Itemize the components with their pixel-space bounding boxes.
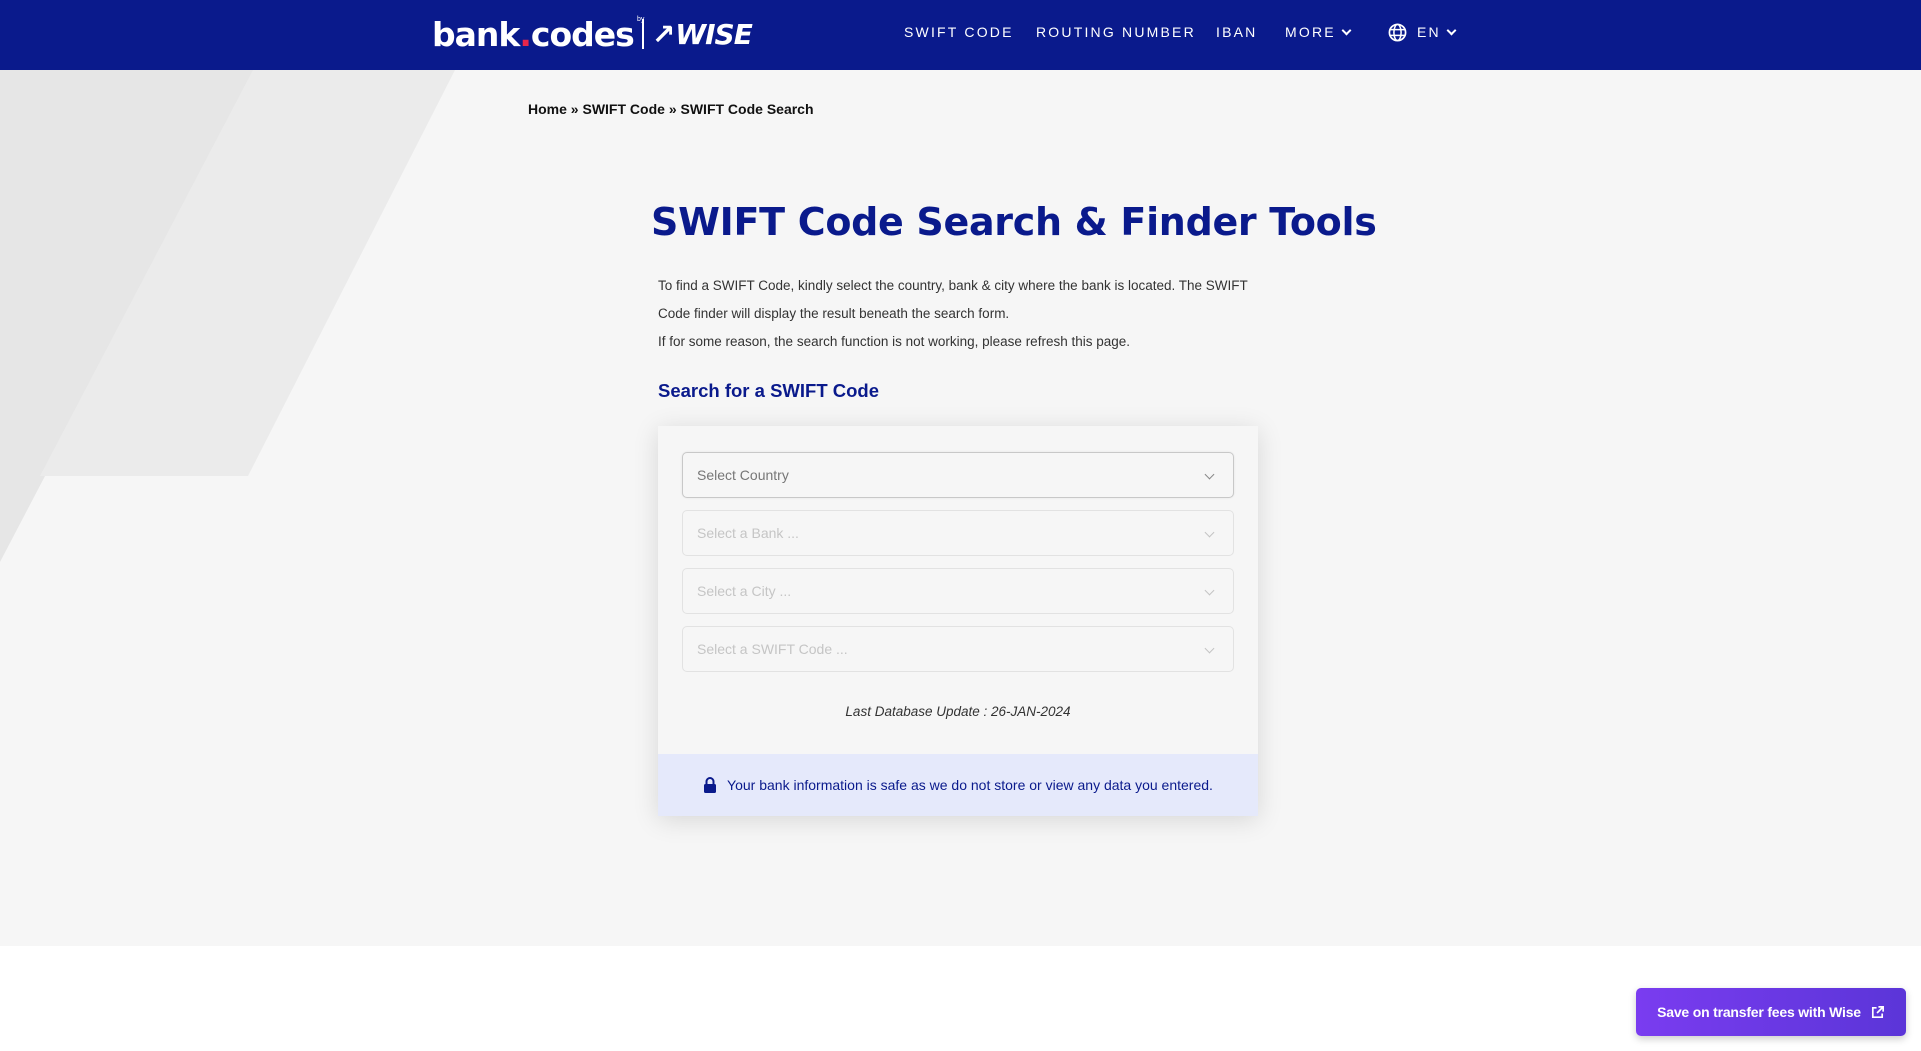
logo-text-bank: bank xyxy=(432,14,520,54)
page-description: To find a SWIFT Code, kindly select the … xyxy=(658,272,1270,356)
city-select-placeholder: Select a City ... xyxy=(697,583,792,599)
nav-more-link[interactable]: MORE xyxy=(1285,24,1352,40)
cta-label: Save on transfer fees with Wise xyxy=(1657,1004,1861,1020)
breadcrumb-current-page: SWIFT Code Search xyxy=(680,101,814,117)
globe-icon xyxy=(1388,23,1407,41)
country-select-placeholder: Select Country xyxy=(697,467,789,483)
nav-item-routing-number[interactable]: ROUTING NUMBER xyxy=(1036,0,1196,64)
description-paragraph-1: To find a SWIFT Code, kindly select the … xyxy=(658,278,1248,321)
wise-logo: ↗WISE xyxy=(651,17,753,51)
breadcrumb-home-link[interactable]: Home xyxy=(528,101,567,117)
language-label: EN xyxy=(1417,24,1441,40)
last-database-update: Last Database Update : 26-JAN-2024 xyxy=(845,704,1071,719)
logo-divider xyxy=(641,19,644,49)
breadcrumb-separator: » xyxy=(570,101,579,117)
privacy-notice-text: Your bank information is safe as we do n… xyxy=(727,777,1213,793)
chevron-down-icon xyxy=(1204,643,1215,654)
nav-iban-link[interactable]: IBAN xyxy=(1216,24,1257,40)
logo-by-text: by xyxy=(637,16,645,23)
logo-dot: . xyxy=(519,14,532,54)
breadcrumb: Home » SWIFT Code » SWIFT Code Search xyxy=(528,101,814,117)
nav-item-swift-code[interactable]: SWIFT CODE xyxy=(904,0,1014,64)
chevron-down-icon xyxy=(1341,25,1352,35)
swift-search-form: Select Country Select a Bank ... Select … xyxy=(658,426,1258,816)
nav-item-more[interactable]: MORE xyxy=(1285,0,1352,64)
hero-section: Home » SWIFT Code » SWIFT Code Search SW… xyxy=(0,70,1921,946)
nav-swift-code-link[interactable]: SWIFT CODE xyxy=(904,24,1014,40)
language-link[interactable]: EN xyxy=(1388,23,1457,42)
privacy-notice: Your bank information is safe as we do n… xyxy=(658,754,1258,816)
swift-code-select[interactable]: Select a SWIFT Code ... xyxy=(682,626,1234,672)
decorative-background-shape xyxy=(0,70,455,562)
country-select[interactable]: Select Country xyxy=(682,452,1234,498)
description-paragraph-2: If for some reason, the search function … xyxy=(658,334,1130,349)
lock-icon xyxy=(704,777,717,793)
nav-more-label: MORE xyxy=(1285,24,1336,40)
bank-codes-logo[interactable]: bank.codes by ↗WISE xyxy=(432,14,753,54)
bank-select-placeholder: Select a Bank ... xyxy=(697,525,799,541)
page-title: SWIFT Code Search & Finder Tools xyxy=(651,200,1377,244)
search-section-title: Search for a SWIFT Code xyxy=(658,380,880,401)
chevron-down-icon xyxy=(1204,585,1215,596)
logo-text-codes: codes xyxy=(530,14,635,54)
swift-code-select-placeholder: Select a SWIFT Code ... xyxy=(697,641,848,657)
breadcrumb-swift-code-link[interactable]: SWIFT Code xyxy=(582,101,664,117)
breadcrumb-separator: » xyxy=(668,101,677,117)
top-navigation-bar: bank.codes by ↗WISE SWIFT CODE ROUTING N… xyxy=(0,0,1921,70)
wise-logo-text: WISE xyxy=(675,17,753,51)
chevron-down-icon xyxy=(1204,527,1215,538)
save-with-wise-button[interactable]: Save on transfer fees with Wise xyxy=(1636,988,1906,1036)
chevron-down-icon xyxy=(1446,25,1457,35)
nav-item-iban[interactable]: IBAN xyxy=(1216,0,1257,64)
city-select[interactable]: Select a City ... xyxy=(682,568,1234,614)
language-selector[interactable]: EN xyxy=(1388,0,1457,64)
external-link-icon xyxy=(1871,1005,1884,1018)
bank-select[interactable]: Select a Bank ... xyxy=(682,510,1234,556)
chevron-down-icon xyxy=(1204,469,1215,480)
nav-routing-number-link[interactable]: ROUTING NUMBER xyxy=(1036,24,1196,40)
wise-flag-icon: ↗ xyxy=(651,17,675,51)
